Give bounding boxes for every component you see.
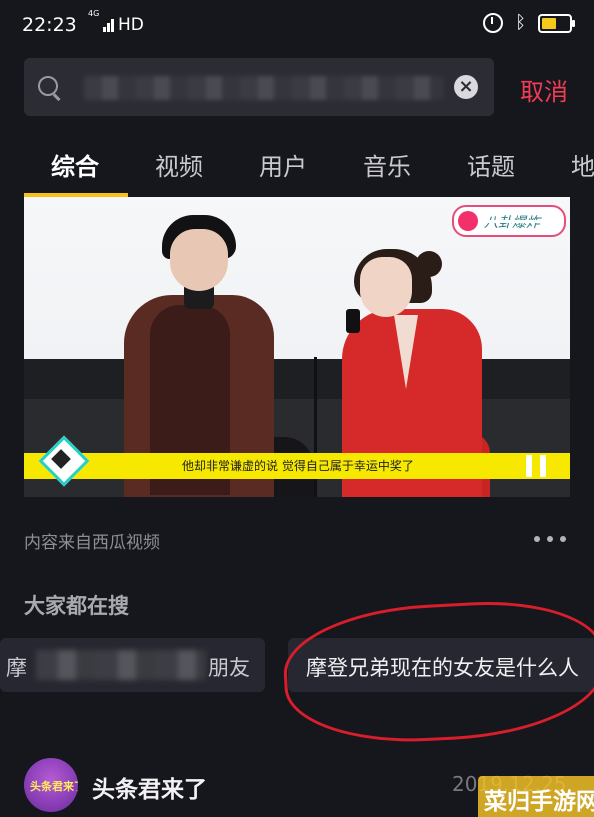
tab-music[interactable]: 音乐 bbox=[363, 147, 411, 182]
channel-logo-text: 八卦爆炸 bbox=[482, 212, 544, 232]
watermark: 菜归手游网 bbox=[478, 776, 594, 817]
watermark-text: 菜归手游网 bbox=[484, 789, 594, 815]
signal-icon bbox=[103, 16, 117, 32]
trending-chip-suffix: 朋友 bbox=[208, 656, 250, 680]
avatar[interactable]: 头条君来了 bbox=[24, 758, 78, 812]
trending-chip-prefix: 摩 bbox=[6, 656, 27, 680]
microphone-icon bbox=[346, 309, 360, 333]
tab-user[interactable]: 用户 bbox=[259, 147, 307, 182]
trending-chip[interactable]: 摩 朋友 bbox=[0, 638, 265, 692]
annotation-circle bbox=[280, 595, 594, 749]
trending-chip-blurred-text bbox=[36, 650, 206, 680]
battery-icon bbox=[538, 13, 575, 33]
video-caption: 他却非常谦虚的说 觉得自己属于幸运中奖了 bbox=[24, 453, 570, 479]
bluetooth-icon: ᛒ bbox=[515, 12, 526, 33]
network-generation: 4G bbox=[88, 9, 100, 18]
search-tabs: 综合 视频 用户 音乐 话题 地 bbox=[0, 135, 594, 197]
tab-comprehensive[interactable]: 综合 bbox=[51, 147, 99, 182]
avatar-text: 头条君来了 bbox=[30, 780, 78, 793]
search-icon bbox=[38, 76, 58, 96]
caption-text: 他却非常谦虚的说 觉得自己属于幸运中奖了 bbox=[182, 459, 414, 473]
status-bar: 22:23 4G HD ᛒ bbox=[0, 0, 594, 54]
tab-topic[interactable]: 话题 bbox=[467, 147, 515, 182]
search-bar[interactable]: × bbox=[24, 58, 494, 116]
clear-icon[interactable]: × bbox=[454, 75, 478, 99]
logo-icon bbox=[458, 211, 478, 231]
trending-title: 大家都在搜 bbox=[24, 594, 129, 618]
network-type: 4G bbox=[88, 9, 100, 28]
search-query-blurred[interactable] bbox=[84, 76, 444, 100]
channel-logo: 八卦爆炸 bbox=[452, 205, 566, 237]
alarm-icon bbox=[483, 13, 504, 33]
status-icons: ᛒ bbox=[483, 12, 575, 33]
status-time: 22:23 bbox=[22, 14, 77, 36]
pause-icon[interactable] bbox=[524, 455, 548, 477]
tab-video[interactable]: 视频 bbox=[155, 147, 203, 182]
tab-location[interactable]: 地 bbox=[571, 147, 594, 182]
hd-indicator: HD bbox=[118, 15, 144, 35]
cancel-button[interactable]: 取消 bbox=[520, 72, 568, 107]
author-name[interactable]: 头条君来了 bbox=[92, 770, 207, 804]
content-source: 内容来自西瓜视频 bbox=[24, 533, 160, 553]
more-options-icon[interactable] bbox=[534, 536, 568, 544]
video-player[interactable]: 八卦爆炸 他却非常谦虚的说 觉得自己属于幸运中奖了 bbox=[24, 197, 570, 497]
